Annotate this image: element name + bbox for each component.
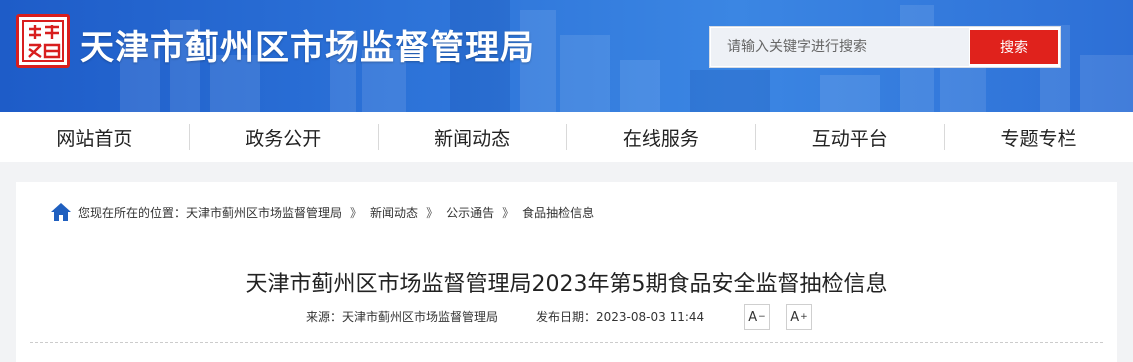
breadcrumb-separator: 》	[502, 205, 515, 220]
breadcrumb-prefix: 您现在所在的位置：	[78, 205, 187, 220]
main-nav: 网站首页 政务公开 新闻动态 在线服务 互动平台 专题专栏	[0, 112, 1133, 162]
nav-item-interaction[interactable]: 互动平台	[755, 112, 944, 162]
font-decrease-button[interactable]: A −	[744, 304, 770, 330]
article-title: 天津市蓟州区市场监督管理局2023年第5期食品安全监督抽检信息	[245, 272, 888, 297]
seal-logo-icon[interactable]	[16, 14, 70, 68]
article-meta: 来源：天津市蓟州区市场监督管理局 发布日期：2023-08-03 11:44	[306, 308, 704, 325]
search-button[interactable]: 搜索	[970, 30, 1058, 64]
nav-item-special-topics[interactable]: 专题专栏	[944, 112, 1133, 162]
breadcrumb: 您现在所在的位置： 天津市蓟州区市场监督管理局 》 新闻动态 》 公示通告 》 …	[50, 200, 594, 224]
breadcrumb-item-notices[interactable]: 公示通告	[446, 204, 494, 221]
nav-item-online-services[interactable]: 在线服务	[566, 112, 755, 162]
header-banner: 天津市蓟州区市场监督管理局 搜索	[0, 0, 1133, 112]
search-box: 搜索	[709, 26, 1061, 68]
home-icon	[51, 203, 71, 221]
breadcrumb-separator: 》	[426, 205, 439, 220]
font-increase-button[interactable]: A +	[786, 304, 812, 330]
nav-item-news[interactable]: 新闻动态	[377, 112, 567, 162]
article-panel: 您现在所在的位置： 天津市蓟州区市场监督管理局 》 新闻动态 》 公示通告 》 …	[16, 182, 1117, 362]
nav-item-government-affairs[interactable]: 政务公开	[188, 112, 378, 162]
site-title: 天津市蓟州区市场监督管理局	[80, 28, 535, 68]
breadcrumb-item-bureau[interactable]: 天津市蓟州区市场监督管理局	[186, 204, 342, 221]
breadcrumb-item-news[interactable]: 新闻动态	[370, 204, 418, 221]
breadcrumb-item-food-inspection[interactable]: 食品抽检信息	[522, 204, 594, 221]
article-source: 来源：天津市蓟州区市场监督管理局	[306, 310, 499, 324]
nav-item-home[interactable]: 网站首页	[0, 112, 189, 162]
breadcrumb-separator: 》	[350, 205, 363, 220]
search-input[interactable]	[711, 28, 969, 66]
dashed-divider	[30, 342, 1103, 343]
article-date: 发布日期：2023-08-03 11:44	[536, 310, 705, 324]
